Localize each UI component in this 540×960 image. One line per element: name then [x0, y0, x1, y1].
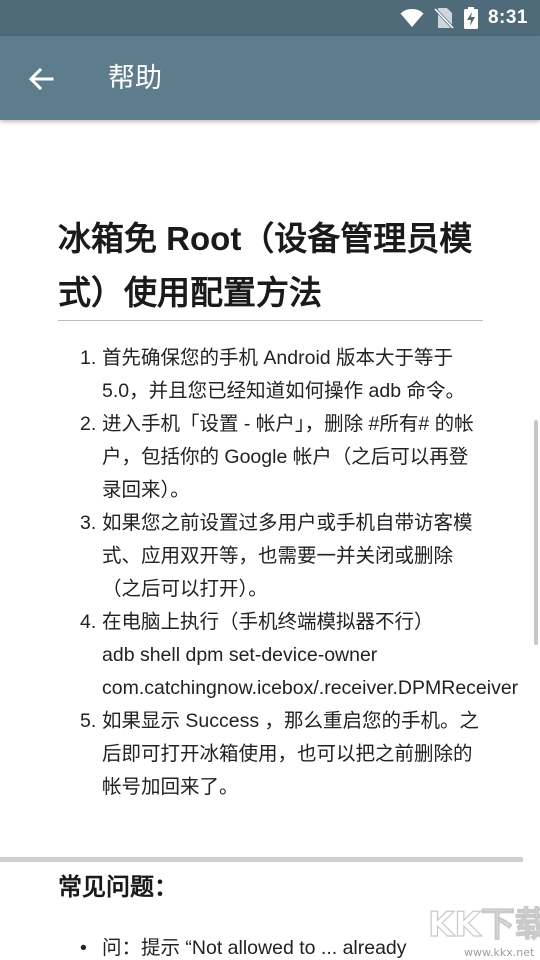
adb-command-line-1: adb shell dpm set-device-owner [102, 644, 378, 666]
wifi-icon [400, 9, 424, 27]
arrow-back-icon [28, 67, 54, 91]
title-divider [58, 320, 483, 321]
adb-command-line-2: com.catchingnow.icebox/.receiver.DPMRece… [102, 677, 519, 699]
step-text: 进入手机「设置 - 帐户」，删除 #所有# 的帐户，包括你的 Google 帐户… [102, 413, 474, 501]
step-text: 首先确保您的手机 Android 版本大于等于 5.0，并且您已经知道如何操作 … [102, 347, 465, 402]
list-item: 5. 如果显示 Success ，那么重启您的手机。之后即可打开冰箱使用，也可以… [58, 705, 540, 804]
faq-item-text: 问：提示 “Not allowed to ... already [102, 937, 407, 959]
battery-charging-icon [463, 7, 478, 29]
section-divider [0, 857, 523, 862]
no-sim-icon [433, 7, 454, 29]
step-number: 5. [80, 710, 97, 732]
app-bar: 帮助 [0, 36, 540, 120]
status-time: 8:31 [487, 7, 528, 28]
watermark-text: KK下载 [428, 905, 540, 945]
list-item: • 问：提示 “Not allowed to ... already [58, 932, 407, 960]
scrollbar[interactable] [534, 420, 538, 645]
list-item: 1. 首先确保您的手机 Android 版本大于等于 5.0，并且您已经知道如何… [58, 342, 540, 408]
step-text: 如果显示 Success ，那么重启您的手机。之后即可打开冰箱使用，也可以把之前… [102, 710, 480, 798]
step-number: 4. [80, 611, 97, 633]
step-text: 如果您之前设置过多用户或手机自带访客模式、应用双开等，也需要一并关闭或删除（之后… [102, 512, 473, 600]
step-number: 3. [80, 512, 97, 534]
app-title: 帮助 [108, 63, 162, 93]
list-item: 4. 在电脑上执行（手机终端模拟器不行） adb shell dpm set-d… [58, 606, 540, 705]
step-number: 2. [80, 413, 97, 435]
list-item: 3. 如果您之前设置过多用户或手机自带访客模式、应用双开等，也需要一并关闭或删除… [58, 507, 540, 606]
step-text: 在电脑上执行（手机终端模拟器不行） [102, 611, 434, 633]
list-item: 2. 进入手机「设置 - 帐户」，删除 #所有# 的帐户，包括你的 Google… [58, 408, 540, 507]
help-content[interactable]: 冰箱免 Root（设备管理员模式）使用配置方法 1. 首先确保您的手机 Andr… [0, 120, 540, 960]
status-bar: 8:31 [0, 0, 540, 36]
kkx-watermark-logo: KK下载 www.kkx.net [427, 904, 540, 959]
step-number: 1. [80, 347, 97, 369]
article-title: 冰箱免 Root（设备管理员模式）使用配置方法 [58, 220, 473, 311]
faq-list: • 问：提示 “Not allowed to ... already [58, 932, 407, 960]
back-button[interactable] [20, 58, 62, 100]
watermark-url: www.kkx.net [464, 946, 535, 959]
steps-list: 1. 首先确保您的手机 Android 版本大于等于 5.0，并且您已经知道如何… [58, 342, 540, 804]
bullet: • [80, 937, 87, 959]
status-icons: 8:31 [400, 0, 528, 36]
faq-heading: 常见问题： [58, 874, 178, 901]
